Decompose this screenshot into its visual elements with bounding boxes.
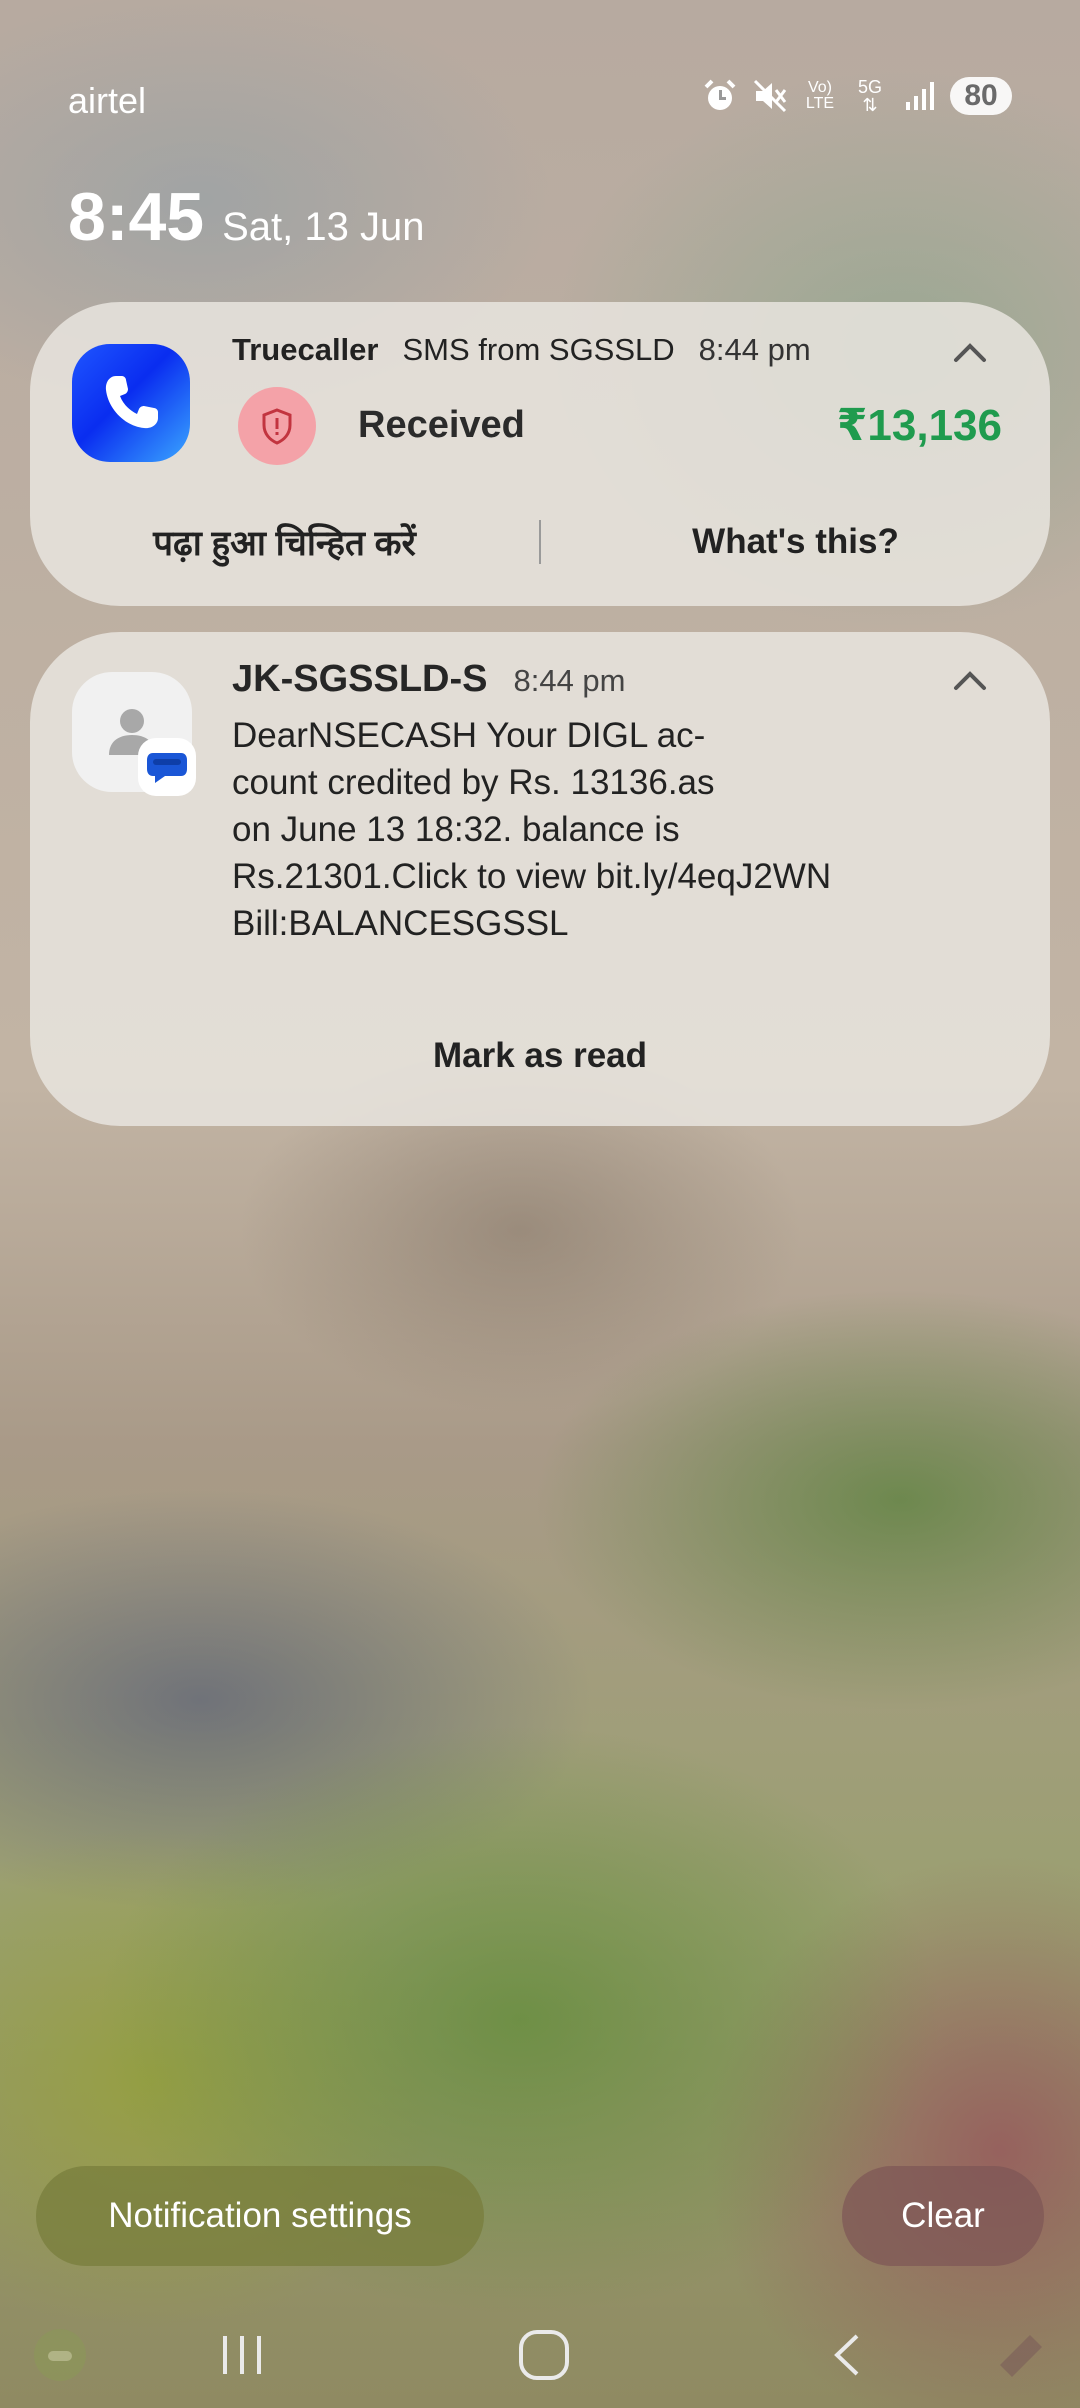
notification-meta: Truecaller SMS from SGSSLD 8:44 pm bbox=[232, 332, 811, 368]
sms-sender: JK-SGSSLD-S bbox=[232, 658, 488, 700]
sms-line: DearNSECASH Your DIGL ac- bbox=[232, 716, 706, 755]
truecaller-app-icon bbox=[72, 344, 190, 462]
sms-time: 8:44 pm bbox=[513, 663, 626, 698]
clear-button[interactable]: Clear bbox=[842, 2166, 1044, 2266]
recents-icon[interactable] bbox=[202, 2320, 282, 2390]
notification-source: SMS from SGSSLD bbox=[402, 332, 675, 367]
sms-body: DearNSECASH Your DIGL ac- count credited… bbox=[232, 712, 932, 947]
carrier-name: airtel bbox=[68, 80, 147, 121]
transaction-status: Received bbox=[358, 404, 525, 446]
battery-level: 80 bbox=[950, 77, 1012, 115]
home-icon[interactable] bbox=[504, 2320, 584, 2390]
alarm-icon bbox=[700, 76, 740, 116]
status-icons: Vo) LTE 5G ⇅ 80 bbox=[700, 76, 1012, 116]
notification-settings-button[interactable]: Notification settings bbox=[36, 2166, 484, 2266]
chevron-up-icon[interactable] bbox=[948, 660, 992, 704]
clock-time: 8:45 bbox=[68, 179, 205, 255]
shield-alert-icon bbox=[238, 387, 316, 465]
5g-icon: 5G ⇅ bbox=[857, 77, 882, 115]
whats-this-button[interactable]: What's this? bbox=[541, 522, 1050, 562]
notification-actions: पढ़ा हुआ चिन्हित करें What's this? bbox=[30, 512, 1050, 572]
status-bar: airtel Vo) LTE 5G ⇅ 80 8:45 Sat, 13 Jun bbox=[0, 0, 1080, 255]
truecaller-notification[interactable]: Truecaller SMS from SGSSLD 8:44 pm Recei… bbox=[30, 302, 1050, 606]
sms-header: JK-SGSSLD-S 8:44 pm bbox=[232, 658, 626, 701]
sms-line: on June 13 18:32. balance is bbox=[232, 810, 680, 849]
phone-icon bbox=[105, 376, 158, 429]
sms-line: Rs.21301.Click to view bit.ly/4eqJ2WN bbox=[232, 857, 832, 896]
mark-read-hindi-button[interactable]: पढ़ा हुआ चिन्हित करें bbox=[30, 519, 539, 566]
navigation-bar bbox=[0, 2300, 1080, 2408]
mark-as-read-button[interactable]: Mark as read bbox=[30, 1036, 1050, 1076]
lockscreen-clock: 8:45 Sat, 13 Jun bbox=[68, 178, 424, 256]
notification-time: 8:44 pm bbox=[698, 332, 811, 367]
sms-line: Bill:BALANCESGSSL bbox=[232, 904, 569, 943]
volte-icon: Vo) LTE bbox=[805, 79, 835, 112]
game-controller-icon[interactable] bbox=[20, 2320, 100, 2390]
messages-badge-icon bbox=[138, 738, 196, 796]
rotate-icon[interactable] bbox=[980, 2320, 1060, 2390]
clock-date: Sat, 13 Jun bbox=[222, 205, 425, 249]
sms-line: count credited by Rs. 13136.as bbox=[232, 763, 715, 802]
back-icon[interactable] bbox=[808, 2320, 888, 2390]
mute-icon bbox=[750, 76, 790, 116]
sms-notification[interactable]: JK-SGSSLD-S 8:44 pm DearNSECASH Your DIG… bbox=[30, 632, 1050, 1126]
chevron-up-icon[interactable] bbox=[948, 332, 992, 376]
signal-icon bbox=[900, 76, 940, 116]
transaction-amount: ₹13,136 bbox=[836, 401, 1002, 450]
app-name: Truecaller bbox=[232, 332, 379, 367]
